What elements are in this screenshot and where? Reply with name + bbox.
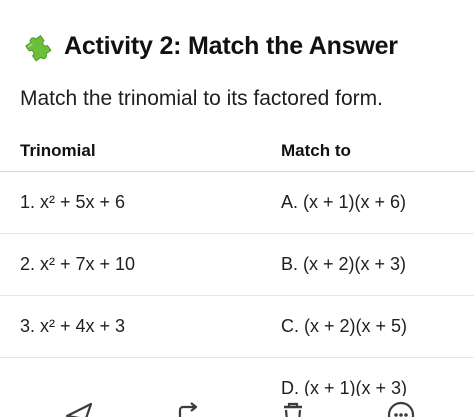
- table-row: 2. x² + 7x + 10 B. (x + 2)(x + 3): [0, 234, 474, 296]
- table-header-row: Trinomial Match to: [0, 130, 474, 172]
- column-header-trinomial: Trinomial: [20, 141, 96, 160]
- column-header-match-to: Match to: [281, 141, 351, 160]
- table-row: 3. x² + 4x + 3 C. (x + 2)(x + 5): [0, 296, 474, 358]
- send-icon[interactable]: [64, 400, 94, 417]
- trinomial-cell: 3. x² + 4x + 3: [20, 316, 126, 336]
- match-cell: C. (x + 2)(x + 5): [281, 316, 408, 336]
- match-cell: B. (x + 2)(x + 3): [281, 254, 407, 274]
- page-title: Activity 2: Match the Answer: [64, 31, 398, 60]
- instruction-text: Match the trinomial to its factored form…: [20, 87, 383, 110]
- share-icon[interactable]: [172, 400, 202, 417]
- activity-page: Activity 2: Match the Answer Match the t…: [0, 0, 474, 417]
- trinomial-cell: 1. x² + 5x + 6: [20, 192, 126, 212]
- activity-header: Activity 2: Match the Answer: [20, 28, 398, 64]
- more-icon[interactable]: [386, 400, 416, 417]
- trinomial-cell: 2. x² + 7x + 10: [20, 254, 136, 274]
- trash-icon[interactable]: [278, 400, 308, 417]
- table-row: 1. x² + 5x + 6 A. (x + 1)(x + 6): [0, 172, 474, 234]
- match-table: Trinomial Match to 1. x² + 5x + 6 A. (x …: [0, 130, 474, 417]
- puzzle-piece-icon: [25, 34, 52, 62]
- bottom-action-bar: [0, 396, 474, 417]
- match-cell: A. (x + 1)(x + 6): [281, 192, 407, 212]
